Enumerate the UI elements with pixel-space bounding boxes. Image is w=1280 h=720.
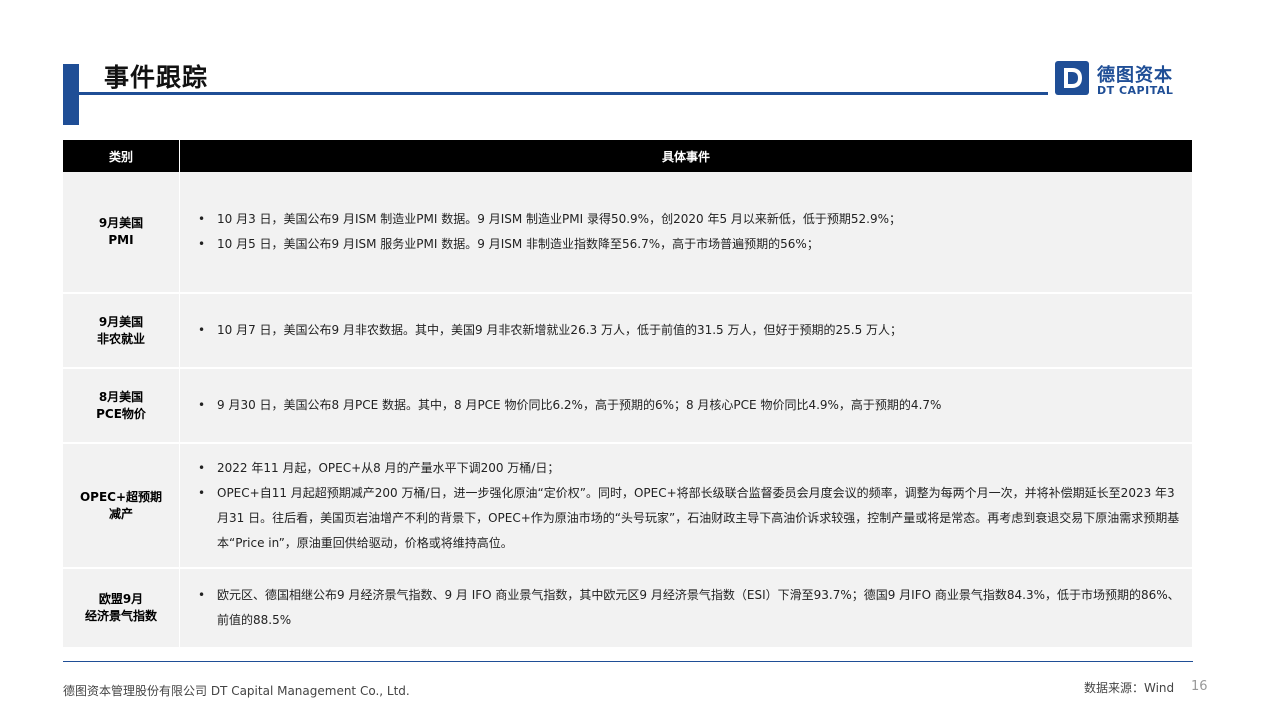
title-underline	[79, 92, 1048, 95]
dt-capital-logo: 德图资本 DT CAPITAL	[1055, 61, 1180, 97]
event-item: • 欧元区、德国相继公布9 月经济景气指数、9 月 IFO 商业景气指数，其中欧元…	[190, 583, 1182, 633]
event-item: • 10 月3 日，美国公布9 月ISM 制造业PMI 数据。9 月ISM 制造业…	[190, 207, 1182, 232]
bullet-icon: •	[198, 588, 206, 602]
row-category: 8月美国 PCE物价	[63, 369, 180, 442]
row-category: 9月美国 PMI	[63, 172, 180, 292]
row-category: OPEC+超预期 减产	[63, 444, 180, 567]
table-row: OPEC+超预期 减产 • 2022 年11 月起，OPEC+从8 月的产量水平下…	[63, 444, 1192, 569]
data-source: 数据来源：Wind	[1084, 681, 1175, 695]
bullet-icon: •	[198, 460, 206, 475]
logo-english-name: DT CAPITAL	[1097, 84, 1174, 97]
row-events: • 2022 年11 月起，OPEC+从8 月的产量水平下调200 万桶/日； •…	[180, 444, 1192, 567]
bullet-icon: •	[198, 323, 206, 337]
footer-divider	[63, 661, 1193, 662]
header-events: 具体事件	[661, 149, 710, 164]
bullet-icon: •	[198, 237, 206, 251]
logo-d-icon	[1055, 61, 1089, 95]
bullet-icon: •	[198, 398, 206, 412]
header-category: 类别	[63, 140, 180, 172]
table-row: 9月美国 非农就业 • 10 月7 日，美国公布9 月非农数据。其中，美国9 月非…	[63, 294, 1192, 369]
event-item: • 2022 年11 月起，OPEC+从8 月的产量水平下调200 万桶/日；	[190, 456, 1182, 481]
event-item: • 10 月5 日，美国公布9 月ISM 服务业PMI 数据。9 月ISM 非制造…	[190, 232, 1182, 257]
bullet-icon: •	[198, 485, 206, 500]
page-number: 16	[1191, 679, 1208, 694]
row-category: 欧盟9月 经济景气指数	[63, 569, 180, 647]
row-events: • 9 月30 日，美国公布8 月PCE 数据。其中，8 月PCE 物价同比6.2…	[180, 369, 1192, 442]
title-accent-bar	[63, 64, 79, 125]
event-item: • 9 月30 日，美国公布8 月PCE 数据。其中，8 月PCE 物价同比6.2…	[190, 393, 1182, 418]
bullet-icon: •	[198, 212, 206, 226]
event-item: • 10 月7 日，美国公布9 月非农数据。其中，美国9 月非农新增就业26.3 …	[190, 318, 1182, 343]
table-row: 9月美国 PMI • 10 月3 日，美国公布9 月ISM 制造业PMI 数据。9…	[63, 172, 1192, 294]
table-header: 类别 具体事件	[63, 140, 1192, 172]
table-row: 欧盟9月 经济景气指数 • 欧元区、德国相继公布9 月经济景气指数、9 月 IFO…	[63, 569, 1192, 647]
page-title: 事件跟踪	[104, 63, 209, 92]
footer-company: 德图资本管理股份有限公司 DT Capital Management Co., …	[63, 684, 410, 698]
event-table: 类别 具体事件 9月美国 PMI • 10 月3 日，美国公布9 月ISM 制造业…	[63, 140, 1192, 647]
event-item: • OPEC+自11 月起超预期减产200 万桶/日，进一步强化原油“定价权”。同…	[190, 481, 1182, 556]
row-events: • 10 月3 日，美国公布9 月ISM 制造业PMI 数据。9 月ISM 制造业…	[180, 172, 1192, 292]
row-events: • 10 月7 日，美国公布9 月非农数据。其中，美国9 月非农新增就业26.3 …	[180, 294, 1192, 367]
row-events: • 欧元区、德国相继公布9 月经济景气指数、9 月 IFO 商业景气指数，其中欧元…	[180, 569, 1192, 647]
table-row: 8月美国 PCE物价 • 9 月30 日，美国公布8 月PCE 数据。其中，8 月…	[63, 369, 1192, 444]
row-category: 9月美国 非农就业	[63, 294, 180, 367]
